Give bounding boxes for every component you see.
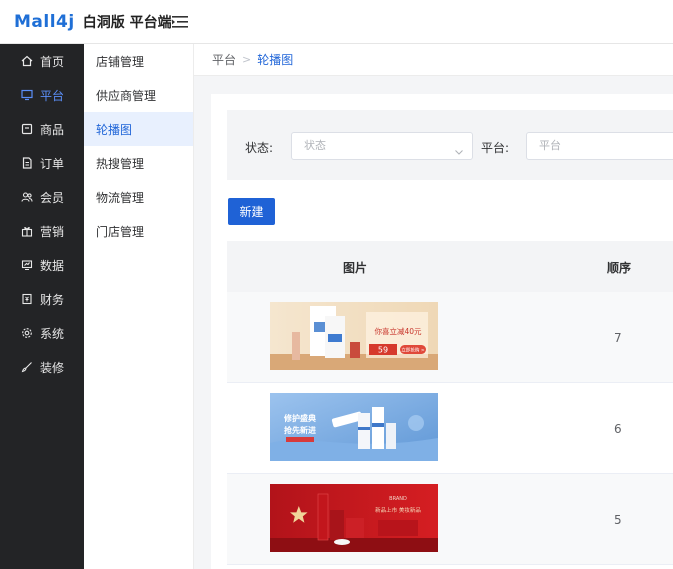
sidebar-item-finance[interactable]: 财务 (0, 282, 84, 316)
menu-collapse-icon[interactable] (172, 14, 188, 28)
status-select[interactable]: 状态 (291, 132, 473, 160)
breadcrumb: 平台 > 轮播图 (194, 44, 673, 76)
sidebar-item-label: 平台 (40, 88, 65, 103)
sidebar-item-label: 商品 (40, 122, 65, 137)
banner-brand: BRAND (389, 496, 407, 502)
table-row[interactable]: 修护盛典 抢先新进 6 (227, 383, 673, 474)
main-sidebar: 首页 平台 商品 订单 会员 营销 数据 财务 系统 装修 (0, 44, 84, 569)
column-header-image: 图片 (343, 261, 368, 275)
sidebar-item-data[interactable]: 数据 (0, 248, 84, 282)
sidebar-item-system[interactable]: 系统 (0, 316, 84, 350)
subnav-item-logistics[interactable]: 物流管理 (84, 180, 193, 214)
sidebar-item-products[interactable]: 商品 (0, 112, 84, 146)
new-button[interactable]: 新建 (228, 198, 275, 225)
monitor-icon (20, 88, 34, 102)
sidebar-item-decoration[interactable]: 装修 (0, 350, 84, 384)
sidebar-item-label: 数据 (40, 258, 65, 273)
breadcrumb-separator: > (242, 53, 252, 66)
logo-subtitle: 白洞版 平台端 (82, 15, 172, 31)
logo-brand: Mall4j (14, 12, 75, 32)
banner-price: 59 (378, 346, 388, 355)
subnav-item-hot-search[interactable]: 热搜管理 (84, 146, 193, 180)
platform-input[interactable]: 平台 (526, 132, 673, 160)
wallet-icon (20, 292, 34, 306)
subnav-item-stores[interactable]: 门店管理 (84, 214, 193, 248)
top-header: Mall4j 白洞版 平台端 (0, 0, 673, 44)
platform-input-placeholder: 平台 (539, 139, 561, 152)
banner-tagline: 新品上市 美妆新品 (375, 506, 421, 514)
table-row[interactable]: 你喜立减40元 59 立即抢购 > 7 (227, 292, 673, 383)
breadcrumb-root[interactable]: 平台 (212, 51, 236, 68)
banner-thumbnail[interactable]: BRAND 新品上市 美妆新品 (270, 484, 438, 552)
sidebar-item-members[interactable]: 会员 (0, 180, 84, 214)
brush-icon (20, 360, 34, 374)
document-icon (20, 156, 34, 170)
banner-cta: 立即抢购 > (401, 347, 424, 354)
sidebar-item-home[interactable]: 首页 (0, 44, 84, 78)
users-icon (20, 190, 34, 204)
carousel-table: 图片 顺序 你喜立减40元 59 立即抢购 > 7 修护盛典 抢先新进 6 BR… (227, 241, 673, 565)
status-filter-label: 状态: (245, 141, 274, 155)
banner-subheadline: 抢先新进 (284, 425, 316, 435)
logo[interactable]: Mall4j 白洞版 平台端 (14, 12, 172, 32)
platform-filter-label: 平台: (481, 141, 510, 155)
banner-thumbnail[interactable]: 修护盛典 抢先新进 (270, 393, 438, 461)
sidebar-item-label: 装修 (40, 360, 65, 375)
order-value: 5 (614, 513, 622, 527)
sidebar-item-label: 财务 (40, 292, 65, 307)
banner-thumbnail[interactable]: 你喜立减40元 59 立即抢购 > (270, 302, 438, 370)
sidebar-item-label: 订单 (40, 156, 65, 171)
banner-headline: 修护盛典 (283, 413, 316, 423)
content-panel: 状态: 状态 平台: 平台 新建 图片 顺序 你喜立减40元 59 立即抢购 >… (211, 94, 673, 569)
table-row[interactable]: BRAND 新品上市 美妆新品 5 (227, 474, 673, 565)
order-value: 6 (614, 422, 622, 436)
subnav-item-supplier-management[interactable]: 供应商管理 (84, 78, 193, 112)
sidebar-item-marketing[interactable]: 营销 (0, 214, 84, 248)
column-header-order: 顺序 (607, 261, 632, 275)
table-header: 图片 顺序 (227, 241, 673, 292)
chart-icon (20, 258, 34, 272)
subnav-item-carousel[interactable]: 轮播图 (84, 112, 193, 146)
banner-promo-text: 你喜立减40元 (374, 326, 422, 336)
sub-navigation: 店铺管理 供应商管理 轮播图 热搜管理 物流管理 门店管理 (84, 44, 194, 569)
sidebar-item-label: 营销 (40, 224, 65, 239)
sidebar-item-platform[interactable]: 平台 (0, 78, 84, 112)
gear-icon (20, 326, 34, 340)
sidebar-item-label: 首页 (40, 54, 65, 69)
sidebar-item-label: 系统 (40, 326, 65, 341)
breadcrumb-current: 轮播图 (257, 53, 294, 67)
status-select-placeholder: 状态 (304, 139, 326, 152)
gift-icon (20, 224, 34, 238)
sidebar-item-label: 会员 (40, 190, 65, 205)
subnav-item-shop-management[interactable]: 店铺管理 (84, 44, 193, 78)
box-icon (20, 122, 34, 136)
filter-bar: 状态: 状态 平台: 平台 (227, 110, 673, 180)
order-value: 7 (614, 331, 622, 345)
sidebar-item-orders[interactable]: 订单 (0, 146, 84, 180)
home-icon (20, 54, 34, 68)
chevron-down-icon (454, 141, 464, 155)
